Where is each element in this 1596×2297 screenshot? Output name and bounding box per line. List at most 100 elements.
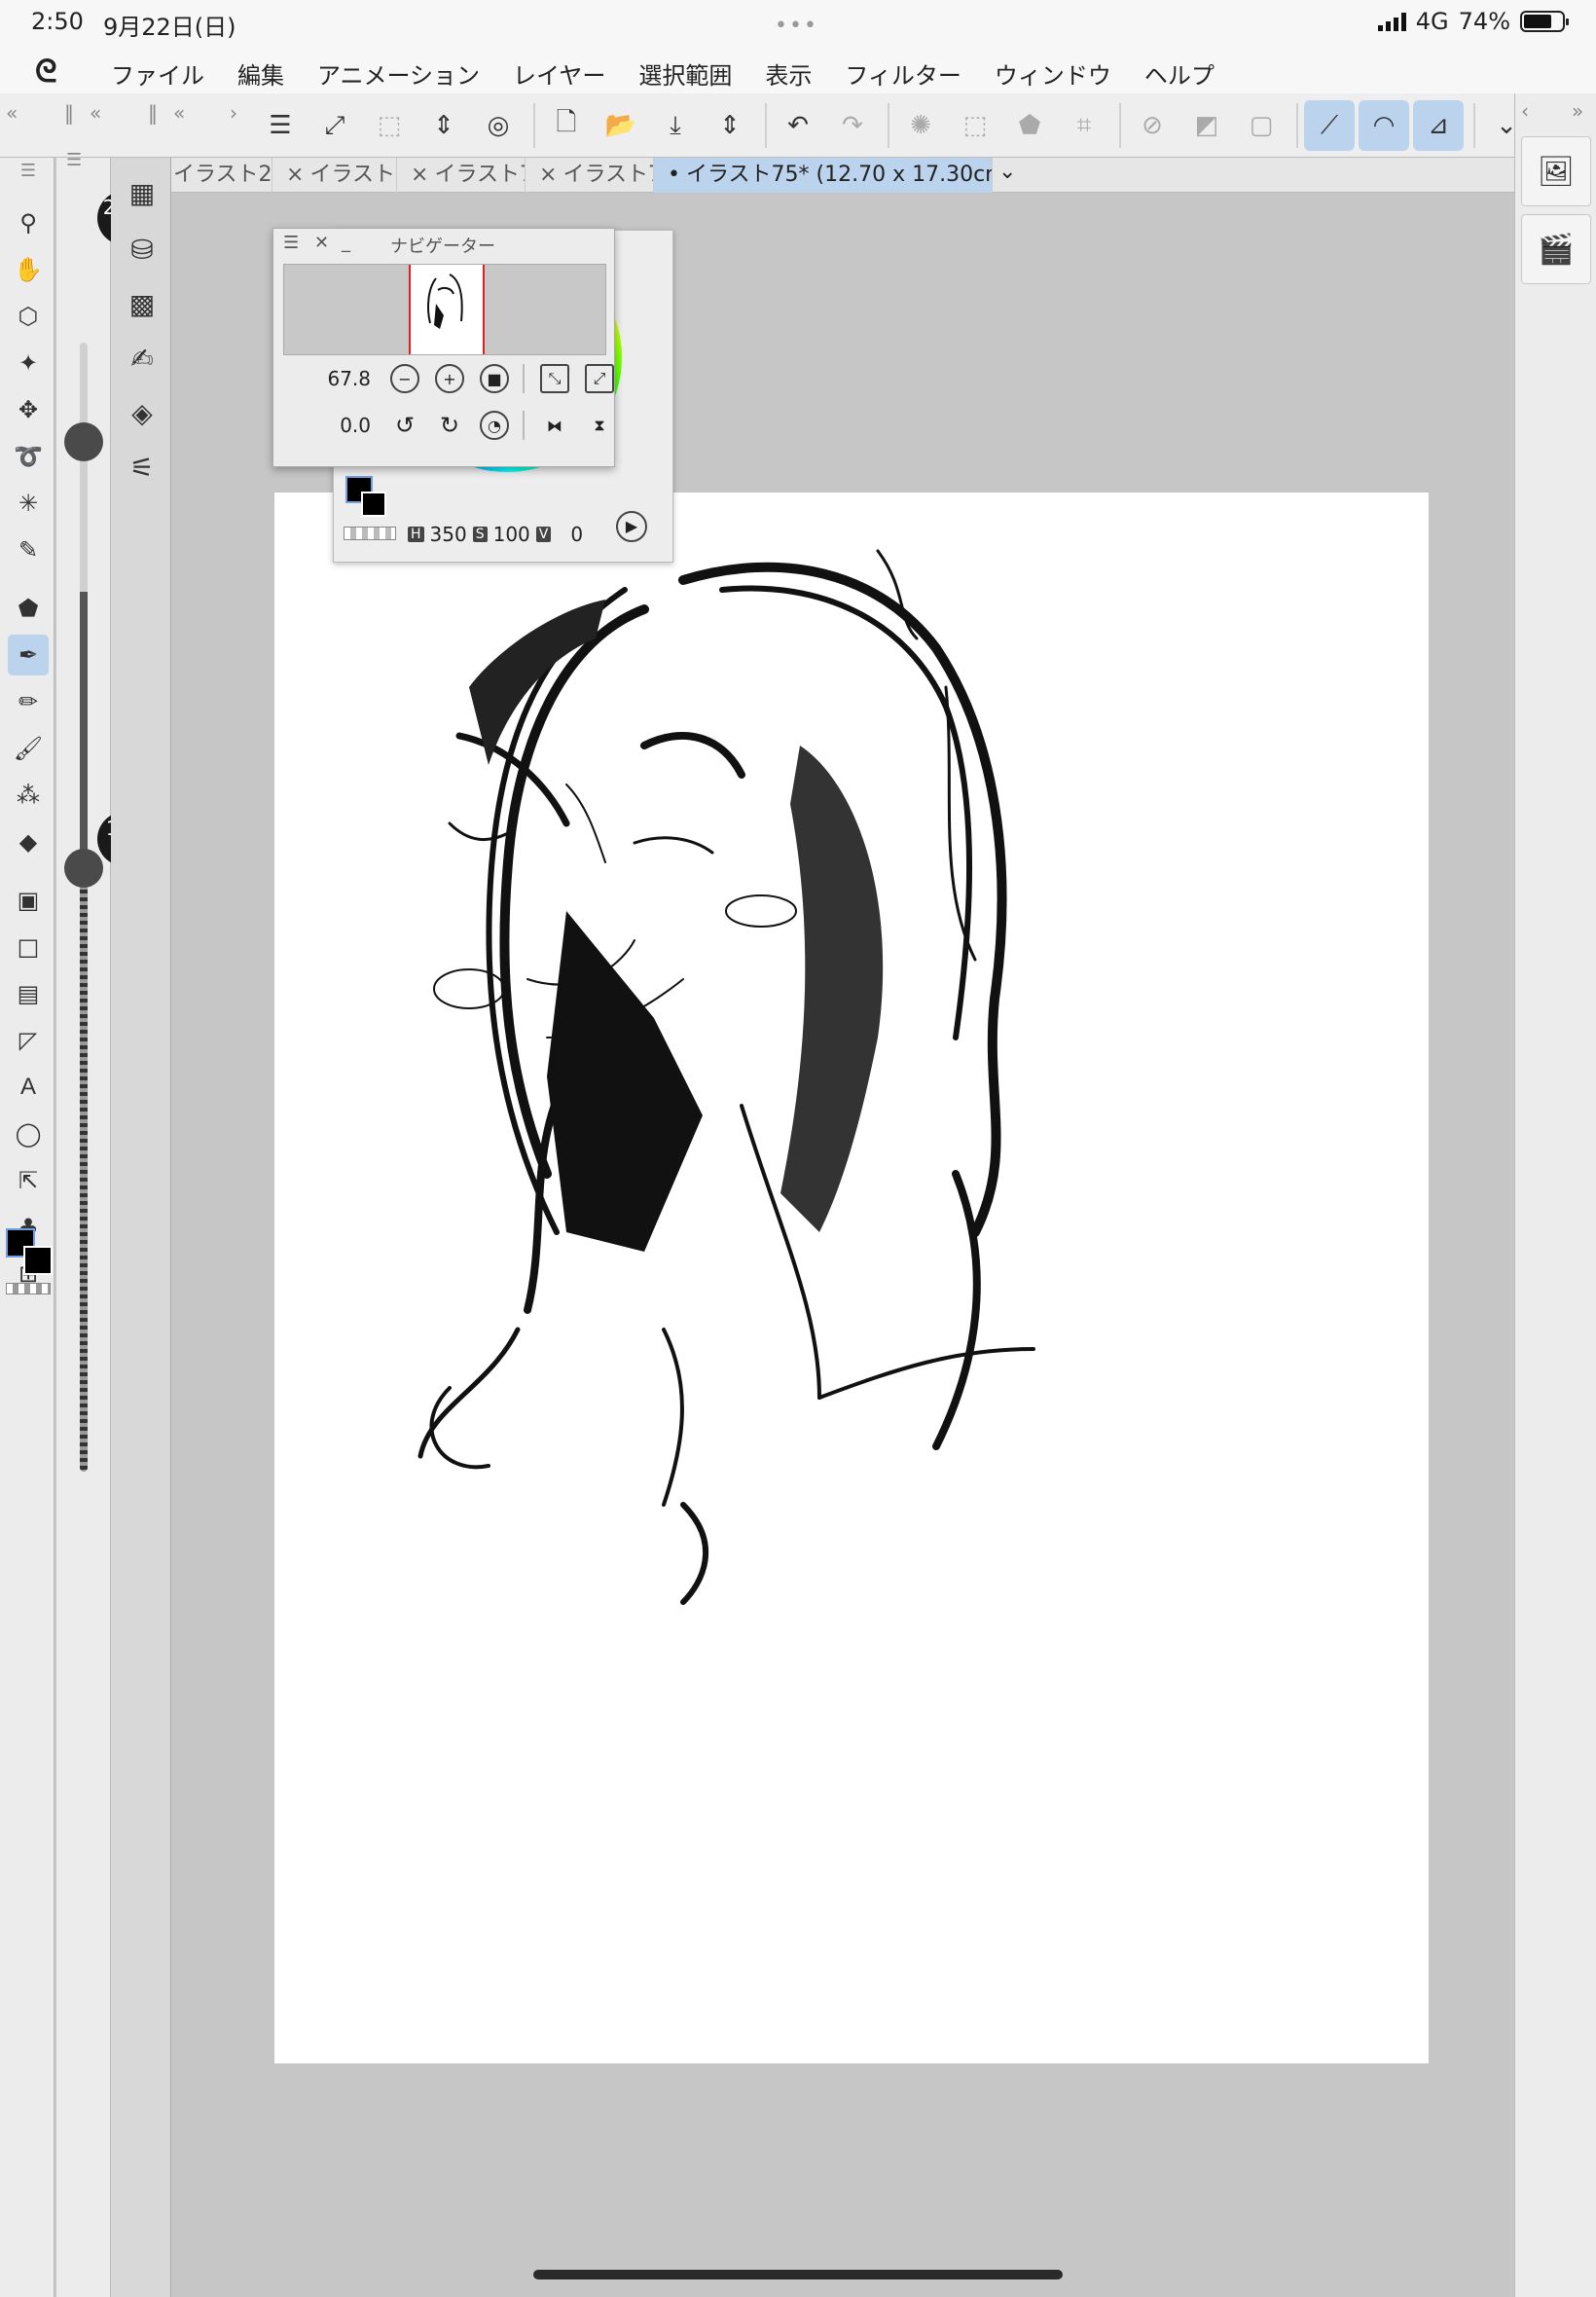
reset-rotation-icon[interactable]: ◔	[480, 411, 509, 440]
material-icon[interactable]: ⛁	[123, 230, 162, 269]
navigator-preview[interactable]	[283, 264, 606, 355]
menu-animation[interactable]: アニメーション	[317, 56, 480, 91]
play-icon[interactable]: ▶	[616, 511, 647, 542]
flip-vertical-icon[interactable]: ⧗	[585, 411, 614, 440]
balloon-tool-icon[interactable]: ◯	[8, 1113, 49, 1154]
color-set-icon[interactable]: ▦	[123, 173, 162, 212]
opacity-knob[interactable]	[64, 849, 103, 888]
airbrush-tool-icon[interactable]: ⁂	[8, 775, 49, 816]
pencil-tool-icon[interactable]: ✏	[8, 681, 49, 722]
menu-view[interactable]: 表示	[765, 56, 812, 91]
open-folder-icon[interactable]: 📂	[596, 100, 646, 151]
menu-edit[interactable]: 編集	[237, 56, 284, 91]
scroll-updown-icon[interactable]: ⇕	[418, 100, 469, 151]
animation-palette-icon[interactable]: 🎬	[1521, 214, 1591, 284]
sub-color-swatch[interactable]	[361, 492, 386, 517]
collapse-left-icon[interactable]: ‹	[1521, 99, 1529, 123]
multitask-dots-icon[interactable]: •••	[775, 14, 818, 38]
transparent-color-swatch[interactable]	[6, 1283, 51, 1294]
close-icon[interactable]: ×	[539, 163, 557, 187]
zoom-in-icon[interactable]: +	[435, 364, 464, 393]
canvas-size-icon[interactable]: ⤢	[309, 100, 360, 151]
hamburger-menu-icon[interactable]: ☰	[255, 100, 306, 151]
menu-help[interactable]: ヘルプ	[1144, 56, 1215, 91]
invert-selection-icon[interactable]: ◩	[1181, 100, 1232, 151]
eyedropper-icon[interactable]: ✎	[8, 529, 49, 570]
tab-illust222[interactable]: イラスト2 22	[171, 158, 272, 193]
expand-right-icon[interactable]: ›	[230, 101, 237, 125]
flip-horizontal-icon[interactable]: ⧓	[540, 411, 569, 440]
close-icon[interactable]: ×	[411, 163, 428, 187]
close-icon[interactable]: ✕	[314, 233, 329, 253]
reset-zoom-icon[interactable]: ■	[480, 364, 509, 393]
lasso-tool-icon[interactable]: ➰	[8, 436, 49, 477]
app-logo-icon[interactable]: ᘓ	[35, 53, 57, 91]
save-icon[interactable]: ⤓	[650, 100, 701, 151]
object-tool-icon[interactable]: ⬡	[8, 296, 49, 337]
drag-handle-icon[interactable]: ☰	[283, 233, 299, 253]
rotate-right-icon[interactable]: ↻	[435, 411, 464, 440]
selection-border-icon[interactable]: ▢	[1236, 100, 1287, 151]
move-tool-icon[interactable]: ✥	[8, 389, 49, 430]
loading-icon[interactable]: ✺	[895, 100, 946, 151]
collapse-left-icon[interactable]: «	[90, 101, 101, 125]
fill-icon[interactable]: ⬟	[1004, 100, 1055, 151]
fit-screen-icon[interactable]: ⤡	[540, 364, 569, 393]
sparkle-tool-icon[interactable]: ✦	[8, 343, 49, 383]
pen-tool-icon[interactable]: ✒	[8, 635, 49, 675]
text-tool-icon[interactable]: A	[8, 1067, 49, 1108]
ruler-tool-icon[interactable]: ◸	[8, 1020, 49, 1061]
collapse-left-icon[interactable]: «	[6, 101, 18, 125]
menu-layer[interactable]: レイヤー	[513, 56, 605, 91]
zoom-tool-icon[interactable]: ⚲	[8, 202, 49, 243]
hand-tool-icon[interactable]: ✋	[8, 249, 49, 290]
fill-bucket-icon[interactable]: ⬟	[8, 588, 49, 629]
expand-right-icon[interactable]: »	[1572, 99, 1583, 123]
tab-illust68[interactable]: ×イラスト68	[272, 158, 397, 193]
drawing-canvas[interactable]	[274, 492, 1429, 2063]
zoom-out-icon[interactable]: −	[390, 364, 419, 393]
chevron-down-icon[interactable]: ⌄	[998, 160, 1016, 184]
sub-tool-icon[interactable]	[123, 101, 162, 140]
rotation-value[interactable]: 0.0	[273, 414, 375, 437]
minimize-icon[interactable]: _	[342, 233, 350, 253]
tab-illust70[interactable]: ×イラスト70	[526, 158, 654, 193]
tab-illust75[interactable]: •イラスト75* (12.70 x 17.30cm 350dpi 67.8%)	[654, 158, 993, 193]
brush-size-knob[interactable]	[64, 422, 103, 461]
image-palette-icon[interactable]: 🖼	[1521, 136, 1591, 206]
sub-color-swatch[interactable]	[23, 1246, 53, 1275]
redo-icon[interactable]: ↷	[827, 100, 878, 151]
close-icon[interactable]: ×	[286, 163, 304, 187]
fit-width-icon[interactable]: ⤢	[585, 364, 614, 393]
rotate-left-icon[interactable]: ↺	[390, 411, 419, 440]
magic-wand-icon[interactable]: ✳	[8, 483, 49, 524]
drag-handle-icon[interactable]: ‖	[64, 101, 74, 125]
undo-icon[interactable]: ↶	[773, 100, 823, 151]
gradient-tool-icon[interactable]: ▣	[8, 880, 49, 921]
scroll-updown-icon[interactable]: ⇕	[705, 100, 755, 151]
color-adjust-icon[interactable]: ⚟	[123, 448, 162, 487]
ruler-snap-icon[interactable]: ⟋	[1304, 100, 1355, 151]
deselect-icon[interactable]: ⊘	[1127, 100, 1178, 151]
menu-window[interactable]: ウィンドウ	[995, 56, 1111, 91]
opacity-slider[interactable]	[80, 858, 88, 1472]
eraser-tool-icon[interactable]: ◆	[8, 821, 49, 862]
home-indicator[interactable]	[533, 2270, 1063, 2279]
tab-illust74[interactable]: ×イラスト74	[397, 158, 526, 193]
menu-file[interactable]: ファイル	[111, 56, 204, 91]
layer-icon[interactable]: ◈	[123, 393, 162, 432]
palette-menu-icon[interactable]: ☰	[66, 150, 82, 170]
transform-icon[interactable]: ⬚	[364, 100, 415, 151]
brush-tool-icon[interactable]: 🖌	[8, 728, 49, 769]
clip-studio-icon[interactable]: ◎	[473, 100, 524, 151]
crop-icon[interactable]: ⌗	[1059, 100, 1109, 151]
special-ruler-snap-icon[interactable]: ◠	[1359, 100, 1409, 151]
palette-menu-icon[interactable]: ☰	[8, 150, 49, 191]
layer-property-icon[interactable]: ▩	[123, 284, 162, 323]
select-all-icon[interactable]: ⬚	[950, 100, 1000, 151]
zoom-value[interactable]: 67.8	[273, 367, 375, 390]
collapse-left-icon[interactable]: «	[173, 101, 185, 125]
frame-tool-icon[interactable]: ▤	[8, 973, 49, 1014]
grid-snap-icon[interactable]: ⊿	[1413, 100, 1464, 151]
new-file-icon[interactable]: 🗋	[541, 100, 592, 151]
